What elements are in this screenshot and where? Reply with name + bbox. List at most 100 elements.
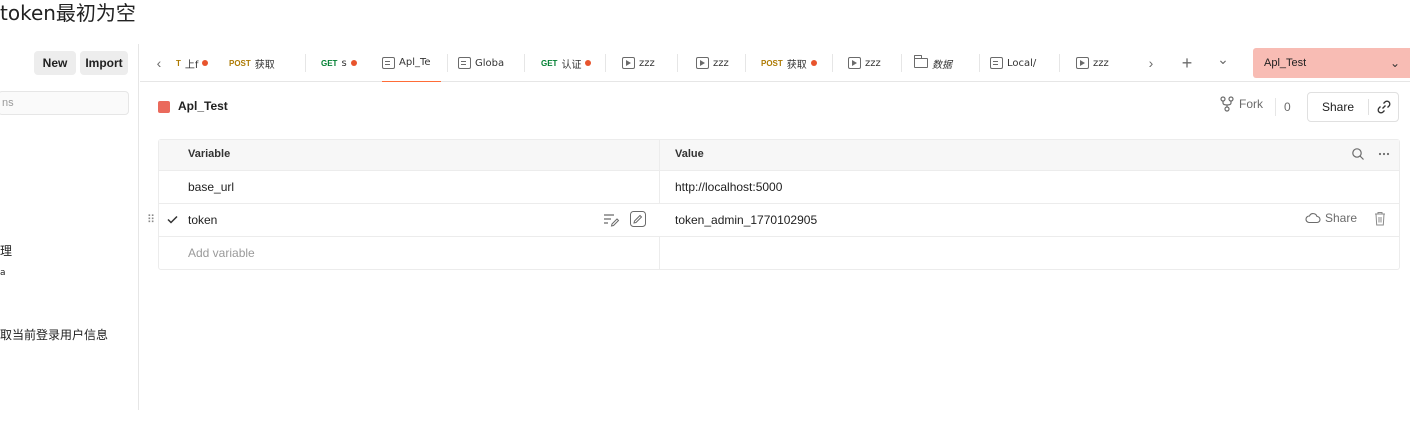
- share-group: Share: [1307, 92, 1399, 122]
- fork-count: 0: [1284, 100, 1291, 114]
- tab-label: 上f: [184, 59, 199, 71]
- environment-selector-value: Apl_Test: [1264, 57, 1307, 69]
- checkbox-checked-icon[interactable]: [165, 212, 180, 227]
- column-header-value: Value: [675, 148, 704, 160]
- flow-icon: [848, 57, 861, 69]
- variables-table: Variable Value base_url http://localhost…: [147, 139, 1400, 270]
- flow-tab[interactable]: zzz: [848, 44, 888, 82]
- request-tab[interactable]: GET s: [321, 44, 371, 82]
- environment-color-icon: [158, 101, 170, 113]
- environment-tab[interactable]: Globa: [458, 44, 518, 82]
- variable-name-cell[interactable]: base_url: [188, 180, 234, 194]
- tab-divider: [677, 54, 678, 72]
- flow-tab[interactable]: zzz: [1076, 44, 1116, 82]
- tab-divider: [305, 54, 306, 72]
- drag-handle-icon[interactable]: ⠿: [147, 213, 155, 226]
- method-label: POST: [229, 58, 251, 68]
- tabs-prev-button[interactable]: ‹: [150, 44, 168, 82]
- delete-icon[interactable]: [1374, 211, 1386, 226]
- tab-label: 数据: [932, 59, 952, 71]
- tab-label: zzz: [713, 57, 729, 69]
- unsaved-dot-icon: [585, 60, 592, 66]
- method-label: GET: [541, 58, 558, 68]
- add-variable-input[interactable]: Add variable: [188, 246, 255, 260]
- tab-label: zzz: [639, 57, 655, 69]
- page-title: Apl_Test: [178, 99, 228, 113]
- tab-label: zzz: [865, 57, 881, 69]
- request-tab[interactable]: T 上f: [176, 44, 216, 82]
- variable-name-cell[interactable]: token: [188, 213, 217, 227]
- tab-label: Local/: [1007, 57, 1037, 69]
- new-tab-button[interactable]: +: [1178, 44, 1196, 82]
- sidebar-item[interactable]: 取当前登录用户信息: [0, 326, 108, 343]
- tab-divider: [832, 54, 833, 72]
- import-button[interactable]: Import: [80, 51, 128, 75]
- unsaved-dot-icon: [350, 60, 357, 66]
- fork-label: Fork: [1239, 97, 1263, 111]
- folder-icon: [914, 55, 928, 68]
- tab-divider: [605, 54, 606, 72]
- table-header-actions: [1351, 147, 1391, 161]
- flow-tab[interactable]: zzz: [696, 44, 736, 82]
- column-header-variable: Variable: [188, 148, 231, 160]
- flow-icon: [1076, 57, 1089, 69]
- request-tab[interactable]: POST 获取: [761, 44, 825, 82]
- variable-value-cell[interactable]: token_admin_1770102905: [675, 213, 817, 227]
- method-label: POST: [761, 58, 783, 68]
- add-variable-row: Add variable: [159, 237, 1399, 270]
- cloud-icon: [1305, 213, 1321, 224]
- fork-button[interactable]: Fork: [1220, 96, 1263, 112]
- flow-icon: [622, 57, 635, 69]
- share-button[interactable]: Share: [1308, 93, 1368, 121]
- link-icon[interactable]: [1376, 99, 1392, 115]
- environment-tab[interactable]: Local/: [990, 44, 1046, 82]
- tab-divider: [1059, 54, 1060, 72]
- bulk-edit-icon[interactable]: [602, 210, 620, 228]
- unsaved-dot-icon: [202, 60, 209, 66]
- method-label: T: [176, 58, 181, 68]
- sidebar-search-input[interactable]: ns: [0, 91, 129, 115]
- edit-icon[interactable]: [629, 210, 647, 228]
- tab-label: Globa: [475, 57, 505, 69]
- fork-icon: [1220, 96, 1234, 112]
- tab-label: 认证: [561, 59, 582, 71]
- caption: token最初为空: [0, 1, 136, 25]
- tab-divider: [901, 54, 902, 72]
- tabs-next-button[interactable]: ›: [1142, 44, 1160, 82]
- flow-icon: [696, 57, 709, 69]
- search-icon[interactable]: [1351, 147, 1365, 161]
- tab-label: zzz: [1093, 57, 1109, 69]
- tab-label: Apl_Te: [399, 57, 431, 68]
- environment-icon: [382, 56, 395, 69]
- table-row: ⠿ token token_admin_1770102905 Share: [147, 204, 1399, 237]
- app-window: New Import ns 理 a 取当前登录用户信息 ‹ T 上f POST …: [0, 44, 1410, 410]
- sidebar-item[interactable]: a: [0, 268, 6, 278]
- tab-divider: [979, 54, 980, 72]
- method-label: GET: [321, 58, 338, 68]
- table-header: Variable Value: [159, 140, 1399, 171]
- new-button[interactable]: New: [34, 51, 76, 75]
- environment-selector[interactable]: Apl_Test ⌄: [1253, 48, 1410, 78]
- environment-icon: [458, 57, 471, 69]
- tab-label: s: [341, 57, 347, 69]
- more-options-icon[interactable]: [1377, 147, 1391, 161]
- share-variable-label: Share: [1325, 211, 1358, 225]
- share-variable-button[interactable]: Share: [1305, 211, 1357, 225]
- flow-tab[interactable]: zzz: [622, 44, 662, 82]
- sidebar: New Import ns 理 a 取当前登录用户信息: [0, 44, 139, 410]
- divider: [1275, 98, 1276, 116]
- request-tab[interactable]: POST 获取: [229, 44, 285, 82]
- sidebar-item[interactable]: 理: [0, 242, 12, 259]
- tab-label: 获取: [254, 59, 275, 71]
- folder-tab[interactable]: 数据: [914, 44, 972, 82]
- tab-divider: [745, 54, 746, 72]
- environment-tab-active[interactable]: Apl_Te: [382, 44, 441, 82]
- tab-divider: [447, 54, 448, 72]
- table-row: base_url http://localhost:5000: [159, 171, 1399, 204]
- tab-label: 获取: [786, 59, 807, 71]
- tab-bar: ‹ T 上f POST 获取 GET s Apl_Te Globa GET 认证: [140, 44, 1410, 82]
- variable-value-cell[interactable]: http://localhost:5000: [675, 180, 782, 194]
- request-tab[interactable]: GET 认证: [541, 44, 601, 82]
- environment-icon: [990, 57, 1003, 69]
- tabs-overflow-chevron-icon[interactable]: ⌄: [1214, 40, 1232, 78]
